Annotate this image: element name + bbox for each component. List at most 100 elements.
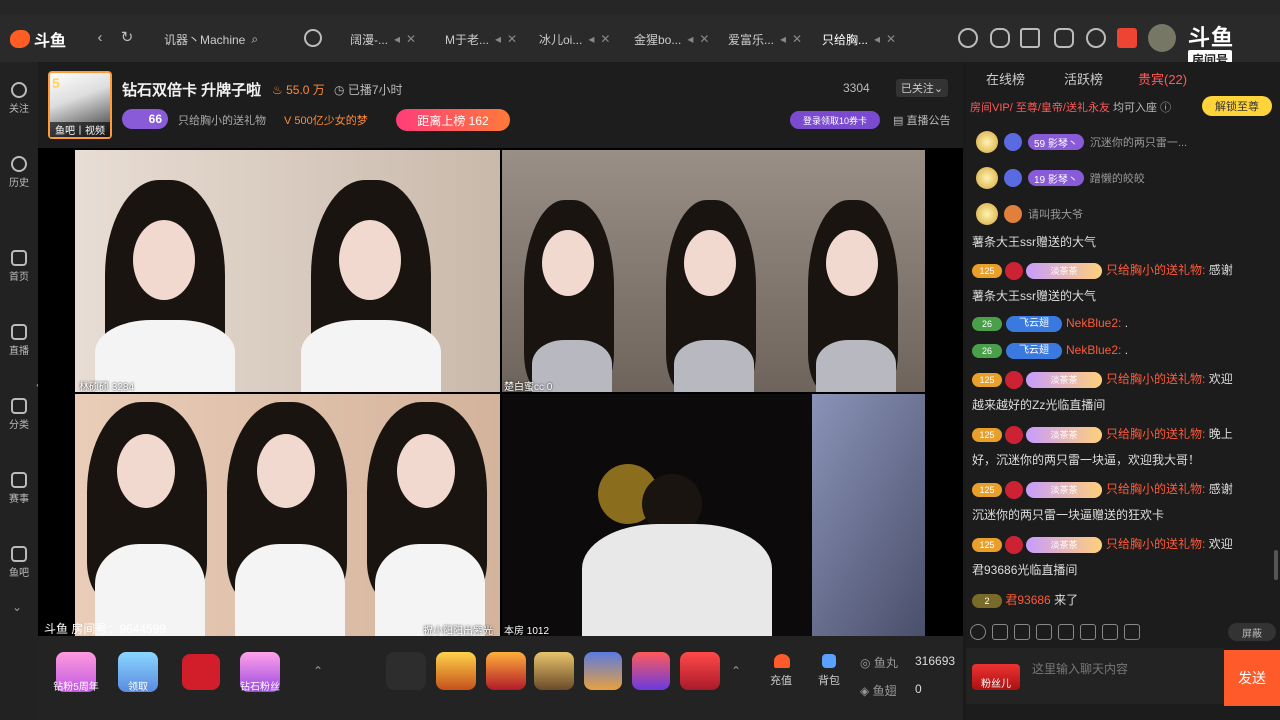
chat-scrollbar[interactable]	[1274, 550, 1278, 580]
chat-user[interactable]: NekBlue2:	[1066, 343, 1121, 357]
gift-slot-7[interactable]	[680, 652, 720, 690]
avatar-caption[interactable]: 鱼吧丨视频	[50, 122, 110, 137]
chat-user[interactable]: 只给胸小的送礼物:	[1106, 537, 1205, 551]
gift-slot-5[interactable]	[584, 652, 622, 690]
unlock-button[interactable]: 解锁至尊	[1202, 96, 1272, 116]
tab-6-active[interactable]: 只给胸... ◂ ✕	[822, 30, 896, 48]
chat-user[interactable]: 只给胸小的送礼物:	[1106, 427, 1205, 441]
search-box[interactable]: 讥器丶Machine ⌕	[164, 30, 258, 48]
tab-online-rank[interactable]: 在线榜	[986, 69, 1025, 88]
calendar-icon[interactable]	[1020, 28, 1040, 48]
chat-input[interactable]: 这里输入聊天内容	[1032, 660, 1128, 677]
douyu-logo[interactable]: 斗鱼	[10, 28, 66, 50]
close-icon[interactable]: ✕	[699, 32, 709, 46]
settings-icon[interactable]	[1086, 28, 1106, 48]
chat-user[interactable]: 君93686	[1005, 593, 1050, 607]
block-button[interactable]: 屏蔽	[1228, 623, 1276, 641]
close-icon[interactable]: ✕	[600, 32, 610, 46]
gift-slot-3[interactable]	[486, 652, 526, 690]
tab-1[interactable]: 阔漫-... ◂ ✕	[350, 30, 416, 48]
help-icon[interactable]: ⓘ	[1157, 102, 1171, 114]
vip-chip: 59 影琴丶	[1028, 134, 1084, 150]
glowstick-gift[interactable]	[386, 652, 426, 690]
gift-slot-2[interactable]	[436, 652, 476, 690]
chevron-down-icon[interactable]: ⌄	[12, 600, 22, 614]
fans-card[interactable]: 粉丝儿	[972, 664, 1020, 690]
red-envelope-gift[interactable]	[182, 654, 220, 690]
refresh-icon[interactable]: ↻	[119, 30, 135, 46]
close-icon[interactable]: ✕	[886, 32, 896, 46]
nav-label: 历史	[9, 178, 29, 189]
tab-4[interactable]: 金猩bo... ◂ ✕	[634, 30, 709, 48]
audio-icon[interactable]: ◂	[780, 32, 786, 46]
chevron-up-icon[interactable]: ⌃	[731, 664, 741, 678]
vip-row-2[interactable]: 19 影琴丶 蹭懒的皎皎	[976, 164, 1145, 192]
tab-3[interactable]: 冰儿oi... ◂ ✕	[539, 30, 610, 48]
horn-icon[interactable]	[992, 624, 1008, 640]
tab-active-rank[interactable]: 活跃榜	[1064, 69, 1103, 88]
vip-row-1[interactable]: 59 影琴丶 沉迷你的两只雷一...	[976, 128, 1187, 156]
nav-live[interactable]: 直播	[0, 324, 38, 357]
tab-vip[interactable]: 贵宾(22)	[1138, 69, 1187, 88]
chat-text: 感谢	[1208, 482, 1233, 496]
coupon-button[interactable]: 登录领取10券卡	[790, 111, 880, 129]
chat-user[interactable]: 只给胸小的送礼物:	[1106, 482, 1205, 496]
audio-icon[interactable]: ◂	[874, 32, 880, 46]
audio-icon[interactable]: ◂	[588, 32, 594, 46]
chat-user[interactable]: NekBlue2:	[1066, 316, 1121, 330]
gift-slot-4[interactable]	[534, 652, 574, 690]
back-icon[interactable]: ‹	[92, 30, 108, 46]
tool-icon-5[interactable]	[1058, 624, 1074, 640]
recharge-button[interactable]: 充值	[770, 672, 792, 688]
emoji-icon[interactable]	[970, 624, 986, 640]
fish-fin-label: ◈ 鱼翅	[860, 682, 897, 699]
message-icon[interactable]	[1054, 28, 1074, 48]
user-avatar[interactable]	[1148, 24, 1176, 52]
noble-icon	[1005, 425, 1023, 444]
tool-icon-8[interactable]	[1124, 624, 1140, 640]
tool-icon-7[interactable]	[1102, 624, 1118, 640]
tool-icon-4[interactable]	[1036, 624, 1052, 640]
fan-badge[interactable]: 66	[122, 109, 168, 129]
backpack-icon[interactable]	[822, 654, 836, 668]
close-icon[interactable]: ✕	[406, 32, 416, 46]
nav-events[interactable]: 赛事	[0, 472, 38, 505]
nav-fishbar[interactable]: 鱼吧	[0, 546, 38, 579]
chat-user[interactable]: 只给胸小的送礼物:	[1106, 372, 1205, 386]
gift-icon[interactable]	[1117, 28, 1137, 48]
streamer-avatar[interactable]: 5 鱼吧丨视频	[48, 71, 112, 139]
follow-button[interactable]: 已关注 ⌄	[896, 79, 948, 97]
dream-text: 500亿少女的梦	[294, 115, 368, 127]
recharge-icon[interactable]	[774, 654, 790, 668]
nav-home[interactable]: 首页	[0, 250, 38, 283]
nav-history[interactable]: 历史	[0, 156, 38, 189]
fans-icon[interactable]	[1014, 624, 1030, 640]
send-button[interactable]: 发送	[1224, 650, 1280, 706]
nav-follow[interactable]: 关注	[0, 82, 38, 115]
chat-user[interactable]: 只给胸小的送礼物:	[1106, 263, 1205, 277]
notice-button[interactable]: ▤ 直播公告	[893, 112, 950, 128]
clock-icon[interactable]	[958, 28, 978, 48]
video-player[interactable]: 林硕硕 3284 楚白蜜cc 0 祝小阳阳出紫光 本房 1012	[38, 148, 963, 636]
tool-icon-6[interactable]	[1080, 624, 1096, 640]
tab-5[interactable]: 爱富乐... ◂ ✕	[728, 30, 802, 48]
audio-icon[interactable]: ◂	[687, 32, 693, 46]
recording-icon[interactable]	[304, 29, 322, 47]
noble-icon	[1005, 261, 1023, 280]
close-icon[interactable]: ✕	[792, 32, 802, 46]
audio-icon[interactable]: ◂	[394, 32, 400, 46]
tab-2[interactable]: M于老... ◂ ✕	[445, 30, 517, 48]
dream-label[interactable]: V 500亿少女的梦	[284, 112, 368, 128]
nav-category[interactable]: 分类	[0, 398, 38, 431]
audio-icon[interactable]: ◂	[495, 32, 501, 46]
rank-button[interactable]: 距离上榜 162	[396, 109, 510, 131]
search-icon[interactable]: ⌕	[251, 32, 258, 47]
backpack-button[interactable]: 背包	[818, 672, 840, 688]
vip-row-3[interactable]: 请叫我大爷	[976, 200, 1083, 228]
chevron-up-icon[interactable]: ⌃	[313, 664, 323, 678]
gift-label-4: 钻石粉丝	[240, 682, 280, 693]
heart-icon[interactable]	[990, 28, 1010, 48]
gift-slot-6[interactable]	[632, 652, 670, 690]
chat-text: 薯条大王ssr赠送的大气	[972, 235, 1096, 249]
close-icon[interactable]: ✕	[507, 32, 517, 46]
